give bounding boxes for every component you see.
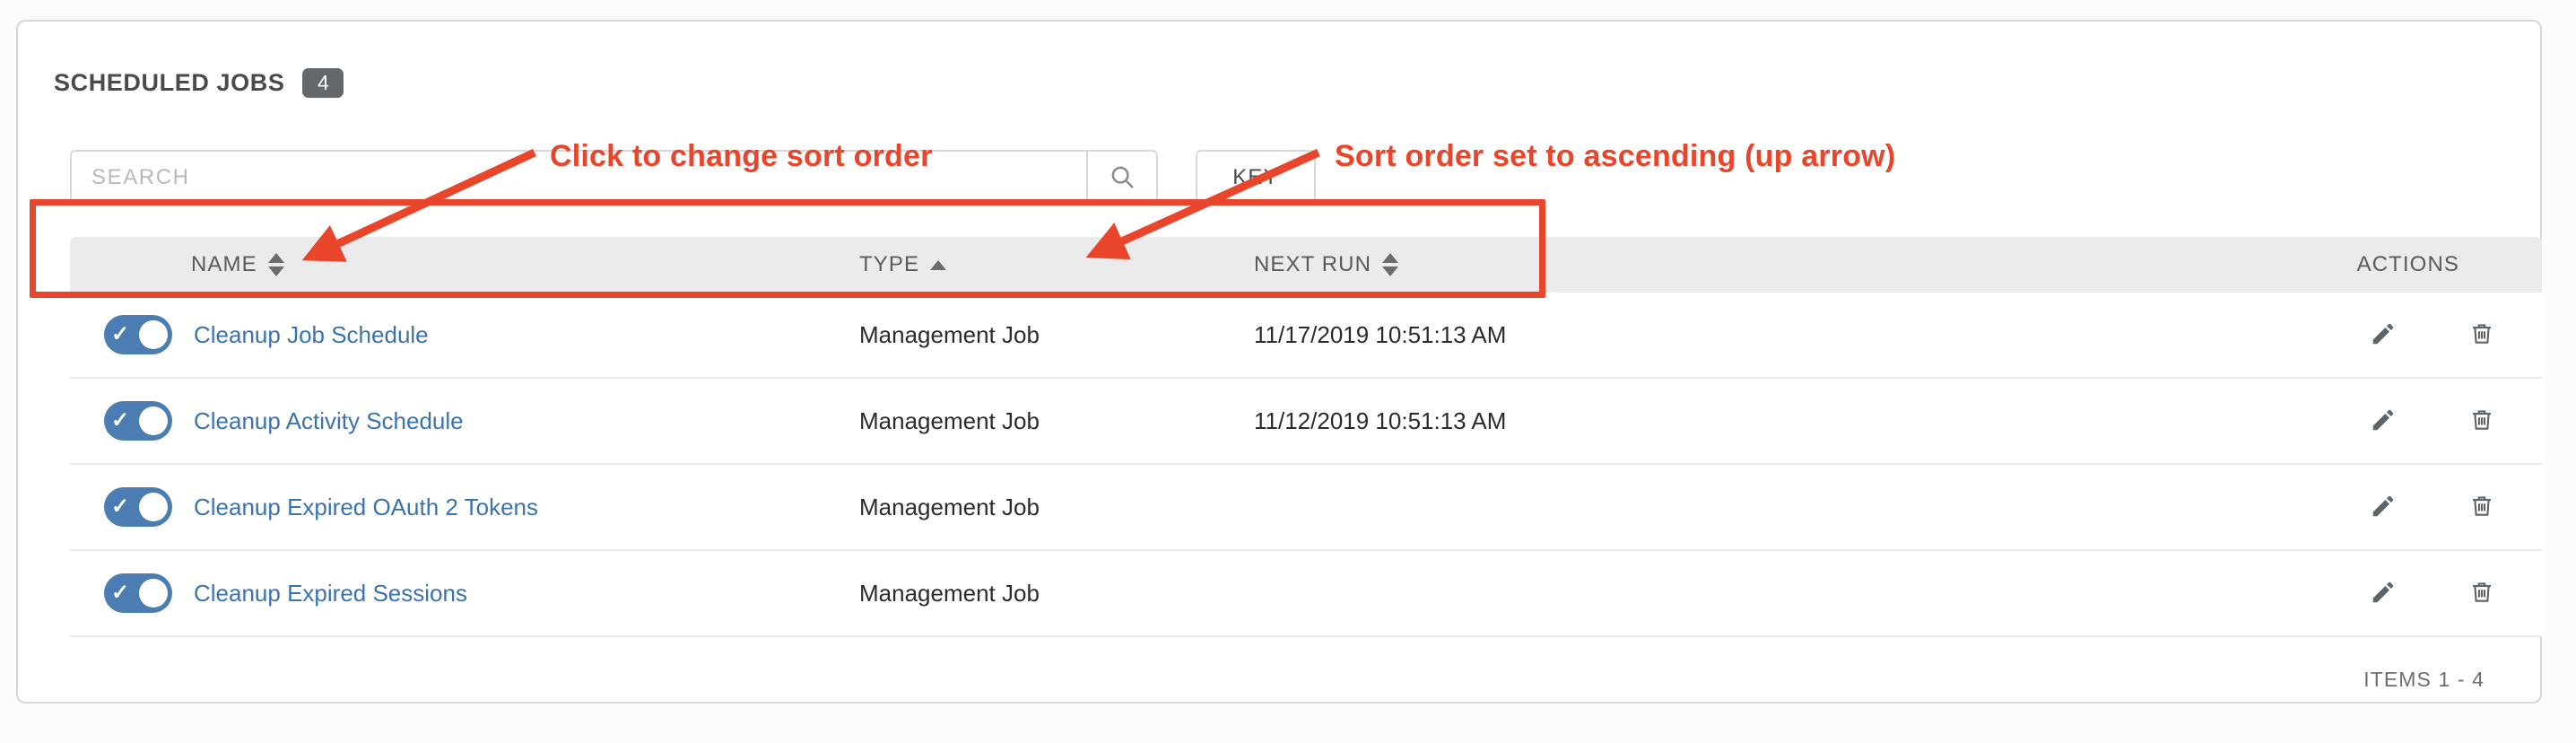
cell-type: Management Job (859, 320, 1040, 348)
column-header-type-label: TYPE (859, 252, 920, 276)
cell-actions (2043, 579, 2542, 608)
cell-actions (2043, 320, 2542, 350)
delete-button[interactable] (2468, 406, 2495, 436)
edit-button[interactable] (2370, 579, 2397, 608)
check-icon: ✓ (111, 408, 130, 433)
trash-icon (2468, 579, 2495, 608)
screenshot-root: SCHEDULED JOBS 4 KEY (0, 0, 2576, 743)
caret-up-icon (267, 253, 284, 263)
table-row: ✓ Cleanup Job Schedule Management Job 11… (70, 293, 2542, 379)
trash-icon (2468, 493, 2495, 522)
cell-type: Management Job (859, 579, 1040, 607)
sort-toggle-type-icon[interactable] (930, 259, 947, 270)
cell-actions (2043, 406, 2542, 436)
table-header-row: NAME TYPE NEXT RUN ACTIONS (70, 237, 2542, 293)
edit-button[interactable] (2370, 406, 2397, 436)
table-row: ✓ Cleanup Activity Schedule Management J… (70, 379, 2542, 465)
job-name-link[interactable]: Cleanup Expired OAuth 2 Tokens (194, 494, 538, 521)
cell-name: ✓ Cleanup Expired Sessions (70, 573, 859, 613)
count-badge: 4 (302, 68, 344, 98)
column-header-actions-label: ACTIONS (2356, 252, 2459, 276)
caret-down-icon (1382, 267, 1399, 276)
scheduled-jobs-table: NAME TYPE NEXT RUN ACTIONS ✓ Cleanup Job… (70, 237, 2542, 637)
cell-name: ✓ Cleanup Activity Schedule (70, 401, 859, 441)
sort-toggle-next-run-icon[interactable] (1382, 253, 1399, 276)
trash-icon (2468, 406, 2495, 436)
column-header-name-label: NAME (191, 252, 257, 276)
pencil-icon (2370, 320, 2397, 350)
cell-type: Management Job (859, 406, 1040, 434)
caret-up-icon (930, 259, 947, 270)
enabled-toggle[interactable]: ✓ (104, 487, 172, 527)
items-range-label: ITEMS 1 - 4 (2363, 668, 2485, 691)
enabled-toggle[interactable]: ✓ (104, 573, 172, 613)
table-row: ✓ Cleanup Expired OAuth 2 Tokens Managem… (70, 465, 2542, 551)
edit-button[interactable] (2370, 320, 2397, 350)
job-name-link[interactable]: Cleanup Job Schedule (194, 321, 429, 349)
pencil-icon (2370, 406, 2397, 436)
toggle-knob (139, 320, 168, 349)
column-header-next-run-label: NEXT RUN (1254, 252, 1372, 276)
page-title: SCHEDULED JOBS (54, 69, 285, 96)
pencil-icon (2370, 493, 2397, 522)
cell-type: Management Job (859, 493, 1040, 520)
column-header-type[interactable]: TYPE (859, 252, 1254, 277)
delete-button[interactable] (2468, 579, 2495, 608)
sort-toggle-name-icon[interactable] (267, 253, 284, 276)
search-button[interactable] (1086, 150, 1158, 205)
search-input[interactable] (70, 150, 1086, 205)
column-header-name[interactable]: NAME (70, 252, 859, 277)
caret-up-icon (1382, 253, 1399, 263)
delete-button[interactable] (2468, 320, 2495, 350)
trash-icon (2468, 320, 2495, 350)
scheduled-jobs-card: SCHEDULED JOBS 4 KEY (16, 20, 2542, 704)
column-header-actions: ACTIONS (2043, 252, 2542, 277)
check-icon: ✓ (111, 322, 130, 346)
cell-actions (2043, 493, 2542, 522)
search-toolbar: KEY (70, 150, 1316, 205)
cell-name: ✓ Cleanup Expired OAuth 2 Tokens (70, 487, 859, 527)
panel-header: SCHEDULED JOBS 4 (54, 68, 344, 98)
pencil-icon (2370, 579, 2397, 608)
job-name-link[interactable]: Cleanup Activity Schedule (194, 407, 464, 435)
column-header-next-run[interactable]: NEXT RUN (1254, 252, 2043, 277)
delete-button[interactable] (2468, 493, 2495, 522)
key-button[interactable]: KEY (1196, 150, 1316, 205)
check-icon: ✓ (111, 581, 130, 605)
toggle-knob (139, 579, 168, 608)
enabled-toggle[interactable]: ✓ (104, 401, 172, 441)
cell-next-run: 11/12/2019 10:51:13 AM (1254, 406, 1507, 434)
search-icon (1109, 163, 1136, 193)
enabled-toggle[interactable]: ✓ (104, 315, 172, 354)
caret-down-icon (267, 267, 284, 276)
cell-next-run: 11/17/2019 10:51:13 AM (1254, 320, 1507, 348)
job-name-link[interactable]: Cleanup Expired Sessions (194, 580, 467, 608)
check-icon: ✓ (111, 494, 130, 519)
edit-button[interactable] (2370, 493, 2397, 522)
cell-name: ✓ Cleanup Job Schedule (70, 315, 859, 354)
toggle-knob (139, 406, 168, 435)
search-group (70, 150, 1158, 205)
toggle-knob (139, 493, 168, 521)
table-row: ✓ Cleanup Expired Sessions Management Jo… (70, 551, 2542, 637)
